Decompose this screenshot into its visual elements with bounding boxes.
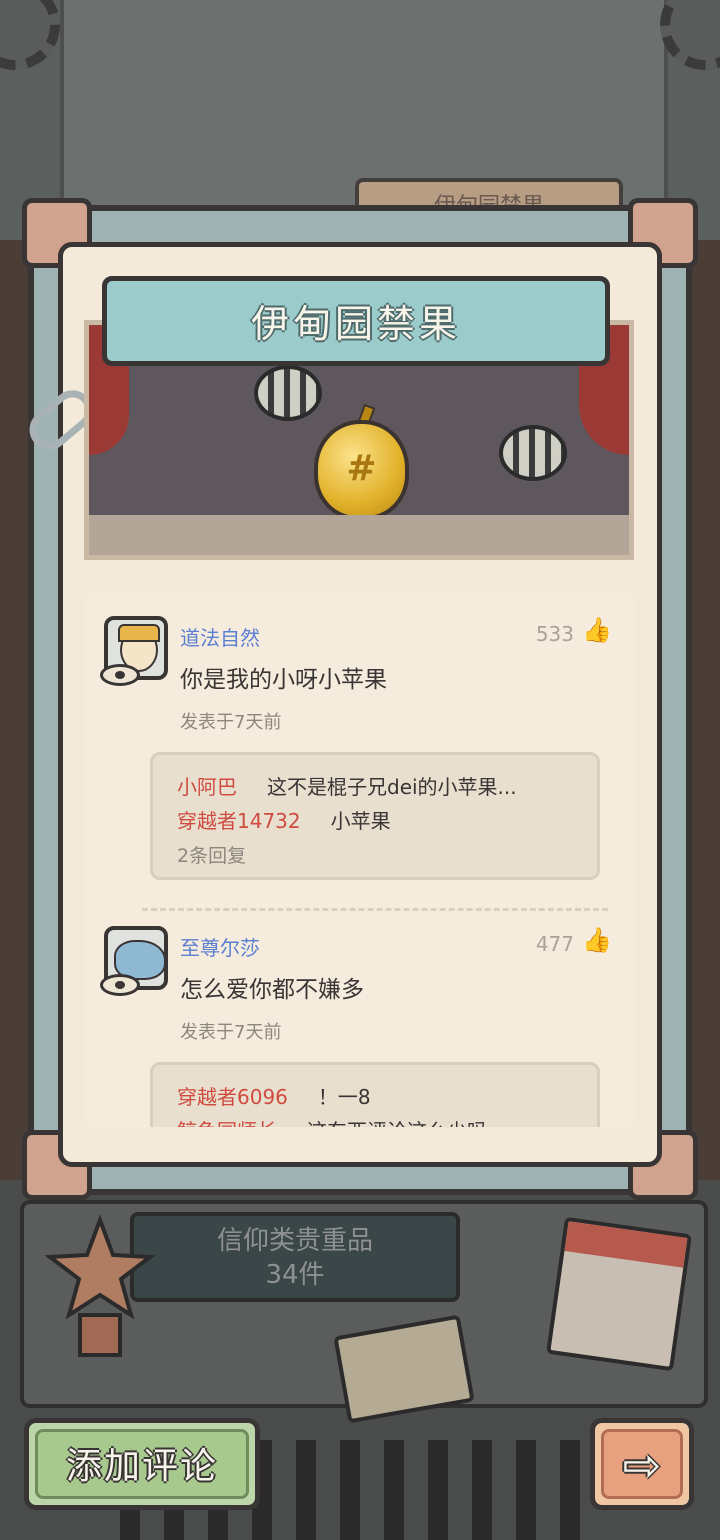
comment-text: 你是我的小呀小苹果 <box>180 667 387 693</box>
eye-badge-icon <box>100 974 140 996</box>
reply-username: 小阿巴 <box>177 775 237 799</box>
add-comment-button[interactable]: 添加评论 <box>24 1418 260 1510</box>
category-name: 信仰类贵重品 <box>216 1226 373 1256</box>
reply-box[interactable]: 小阿巴 这不是棍子兄dei的小苹果... 穿越者14732 小苹果 2条回复 <box>150 752 600 880</box>
eye-badge-icon <box>100 664 140 686</box>
reply-username: 穿越者6096 <box>177 1085 288 1109</box>
comment-username[interactable]: 至尊尔莎 <box>180 932 260 961</box>
category-plate: 信仰类贵重品 34件 <box>130 1212 460 1302</box>
comment-text: 怎么爱你都不嫌多 <box>180 977 364 1003</box>
comment-time: 发表于7天前 <box>180 712 282 733</box>
item-title-banner: 伊甸园禁果 <box>102 276 610 366</box>
reply-row: 穿越者14732 小苹果 <box>177 805 391 834</box>
add-comment-label: 添加评论 <box>35 1429 249 1499</box>
golden-apple-icon: # <box>314 420 409 520</box>
reply-row: 穿越者6096 ！一8 <box>177 1081 371 1110</box>
comment-list[interactable]: 道法自然 533 👍 你是我的小呀小苹果 发表于7天前 小阿巴 这不是棍子兄dei… <box>86 592 634 1127</box>
barred-window <box>499 425 567 481</box>
thumbs-up-icon[interactable]: 👍 <box>582 926 612 954</box>
arrow-right-icon: ⇨ <box>601 1429 683 1499</box>
comment-item: 道法自然 533 👍 你是我的小呀小苹果 发表于7天前 小阿巴 这不是棍子兄dei… <box>86 592 634 902</box>
item-title: 伊甸园禁果 <box>250 302 461 346</box>
reply-row: 小阿巴 这不是棍子兄dei的小苹果... <box>177 771 517 800</box>
comment-time: 发表于7天前 <box>180 1022 282 1043</box>
reply-row: 鲸鱼园师长 这东西评论这么少吗 <box>177 1115 487 1127</box>
like-count: 533 <box>535 622 574 646</box>
calendar-icon <box>546 1216 692 1372</box>
reply-text: 这东西评论这么少吗 <box>307 1119 487 1127</box>
reply-count-link[interactable]: 2条回复 <box>177 841 246 868</box>
star-trophy-icon <box>45 1215 155 1357</box>
comment-item: 至尊尔莎 477 👍 怎么爱你都不嫌多 发表于7天前 穿越者6096 ！一8 鲸鱼… <box>86 902 634 1127</box>
rubble <box>89 515 629 555</box>
reply-username: 鲸鱼园师长 <box>177 1119 277 1127</box>
reply-text: 小苹果 <box>330 809 391 833</box>
reply-username: 穿越者14732 <box>177 809 301 833</box>
comment-username[interactable]: 道法自然 <box>180 622 260 651</box>
category-count: 34件 <box>265 1260 325 1290</box>
reply-text: ！一8 <box>317 1085 371 1109</box>
reply-text: 这不是棍子兄dei的小苹果... <box>267 775 517 799</box>
thumbs-up-icon[interactable]: 👍 <box>582 616 612 644</box>
like-count: 477 <box>535 932 574 956</box>
next-button[interactable]: ⇨ <box>590 1418 694 1510</box>
barred-window <box>254 365 322 421</box>
reply-box[interactable]: 穿越者6096 ！一8 鲸鱼园师长 这东西评论这么少吗 <box>150 1062 600 1127</box>
